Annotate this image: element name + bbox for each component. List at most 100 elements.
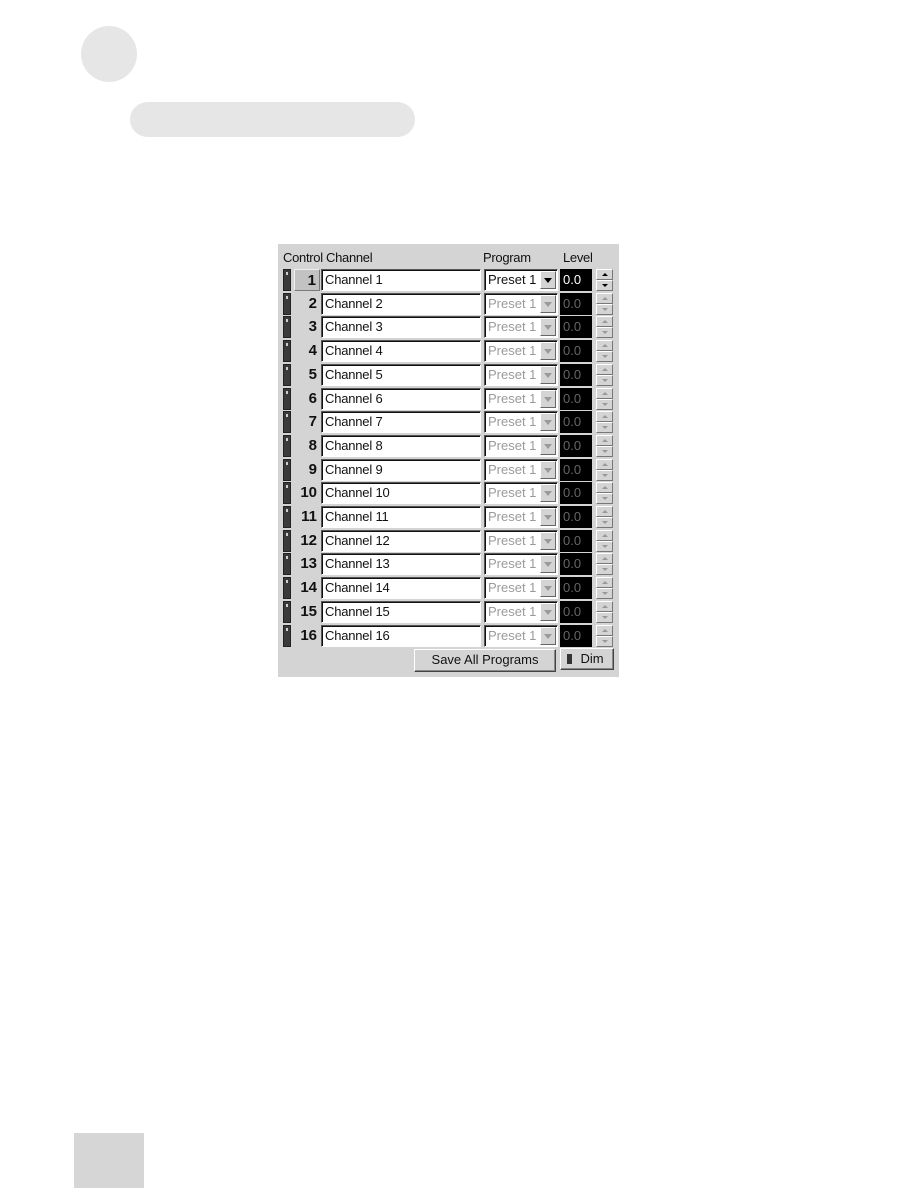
program-select[interactable]: Preset 1 <box>484 316 558 339</box>
program-select[interactable]: Preset 1 <box>484 458 558 481</box>
level-spinner[interactable] <box>596 363 613 386</box>
spin-down-icon[interactable] <box>596 351 613 363</box>
level-spinner[interactable] <box>596 387 613 410</box>
channel-name-input[interactable]: Channel 5 <box>321 363 481 386</box>
channel-name-input[interactable]: Channel 7 <box>321 411 481 434</box>
channel-name-input[interactable]: Channel 9 <box>321 458 481 481</box>
control-led-icon[interactable] <box>283 411 291 434</box>
level-spinner[interactable] <box>596 529 613 552</box>
spin-up-icon[interactable] <box>596 340 613 352</box>
spin-down-icon[interactable] <box>596 469 613 481</box>
level-value[interactable]: 0.0 <box>560 387 592 410</box>
program-select[interactable]: Preset 1 <box>484 292 558 315</box>
spin-down-icon[interactable] <box>596 588 613 600</box>
level-value[interactable]: 0.0 <box>560 482 592 505</box>
spin-down-icon[interactable] <box>596 303 613 315</box>
spin-down-icon[interactable] <box>596 445 613 457</box>
spin-down-icon[interactable] <box>596 327 613 339</box>
control-led-icon[interactable] <box>283 624 291 647</box>
channel-name-input[interactable]: Channel 13 <box>321 553 481 576</box>
level-spinner[interactable] <box>596 292 613 315</box>
control-led-icon[interactable] <box>283 434 291 457</box>
program-select[interactable]: Preset 1 <box>484 624 558 647</box>
level-value[interactable]: 0.0 <box>560 529 592 552</box>
level-value[interactable]: 0.0 <box>560 316 592 339</box>
control-led-icon[interactable] <box>283 482 291 505</box>
dropdown-arrow-icon[interactable] <box>540 579 556 598</box>
channel-number[interactable]: 10 <box>294 482 320 504</box>
program-select[interactable]: Preset 1 <box>484 482 558 505</box>
spin-up-icon[interactable] <box>596 624 613 636</box>
control-led-icon[interactable] <box>283 577 291 600</box>
channel-name-input[interactable]: Channel 2 <box>321 292 481 315</box>
level-spinner[interactable] <box>596 411 613 434</box>
channel-name-input[interactable]: Channel 15 <box>321 600 481 623</box>
control-led-icon[interactable] <box>283 269 291 291</box>
spin-up-icon[interactable] <box>596 434 613 446</box>
level-spinner[interactable] <box>596 553 613 576</box>
channel-name-input[interactable]: Channel 12 <box>321 529 481 552</box>
program-select[interactable]: Preset 1 <box>484 506 558 528</box>
level-spinner[interactable] <box>596 269 613 291</box>
channel-number[interactable]: 11 <box>294 506 320 528</box>
spin-up-icon[interactable] <box>596 482 613 494</box>
level-spinner[interactable] <box>596 434 613 457</box>
dropdown-arrow-icon[interactable] <box>540 436 556 455</box>
level-spinner[interactable] <box>596 482 613 505</box>
channel-name-input[interactable]: Channel 1 <box>321 269 481 291</box>
dropdown-arrow-icon[interactable] <box>540 413 556 432</box>
program-select[interactable]: Preset 1 <box>484 269 558 291</box>
spin-up-icon[interactable] <box>596 269 613 280</box>
channel-number[interactable]: 13 <box>294 553 320 575</box>
dropdown-arrow-icon[interactable] <box>540 602 556 621</box>
level-value[interactable]: 0.0 <box>560 292 592 315</box>
spin-down-icon[interactable] <box>596 493 613 505</box>
spin-down-icon[interactable] <box>596 280 613 291</box>
control-led-icon[interactable] <box>283 387 291 410</box>
dropdown-arrow-icon[interactable] <box>540 342 556 361</box>
channel-number[interactable]: 12 <box>294 530 320 552</box>
control-led-icon[interactable] <box>283 600 291 623</box>
dropdown-arrow-icon[interactable] <box>540 365 556 384</box>
program-select[interactable]: Preset 1 <box>484 600 558 623</box>
spin-up-icon[interactable] <box>596 316 613 328</box>
channel-name-input[interactable]: Channel 8 <box>321 434 481 457</box>
program-select[interactable]: Preset 1 <box>484 577 558 600</box>
control-led-icon[interactable] <box>283 458 291 481</box>
level-value[interactable]: 0.0 <box>560 506 592 528</box>
level-value[interactable]: 0.0 <box>560 363 592 386</box>
level-spinner[interactable] <box>596 577 613 600</box>
dropdown-arrow-icon[interactable] <box>540 555 556 574</box>
program-select[interactable]: Preset 1 <box>484 553 558 576</box>
spin-up-icon[interactable] <box>596 577 613 589</box>
level-spinner[interactable] <box>596 316 613 339</box>
spin-up-icon[interactable] <box>596 411 613 423</box>
spin-up-icon[interactable] <box>596 553 613 565</box>
spin-down-icon[interactable] <box>596 517 613 528</box>
channel-name-input[interactable]: Channel 4 <box>321 340 481 363</box>
dropdown-arrow-icon[interactable] <box>540 626 556 645</box>
save-all-programs-button[interactable]: Save All Programs <box>414 649 556 672</box>
spin-up-icon[interactable] <box>596 458 613 470</box>
level-spinner[interactable] <box>596 624 613 647</box>
level-value[interactable]: 0.0 <box>560 434 592 457</box>
spin-down-icon[interactable] <box>596 540 613 552</box>
channel-name-input[interactable]: Channel 10 <box>321 482 481 505</box>
dropdown-arrow-icon[interactable] <box>540 294 556 313</box>
dropdown-arrow-icon[interactable] <box>540 484 556 503</box>
program-select[interactable]: Preset 1 <box>484 340 558 363</box>
dropdown-arrow-icon[interactable] <box>540 389 556 408</box>
control-led-icon[interactable] <box>283 553 291 576</box>
channel-name-input[interactable]: Channel 16 <box>321 624 481 647</box>
channel-name-input[interactable]: Channel 11 <box>321 506 481 528</box>
program-select[interactable]: Preset 1 <box>484 529 558 552</box>
dropdown-arrow-icon[interactable] <box>540 318 556 337</box>
control-led-icon[interactable] <box>283 506 291 528</box>
level-value[interactable]: 0.0 <box>560 577 592 600</box>
spin-up-icon[interactable] <box>596 292 613 304</box>
program-select[interactable]: Preset 1 <box>484 434 558 457</box>
channel-number[interactable]: 5 <box>294 364 320 386</box>
level-value[interactable]: 0.0 <box>560 624 592 647</box>
spin-up-icon[interactable] <box>596 529 613 541</box>
control-led-icon[interactable] <box>283 292 291 315</box>
